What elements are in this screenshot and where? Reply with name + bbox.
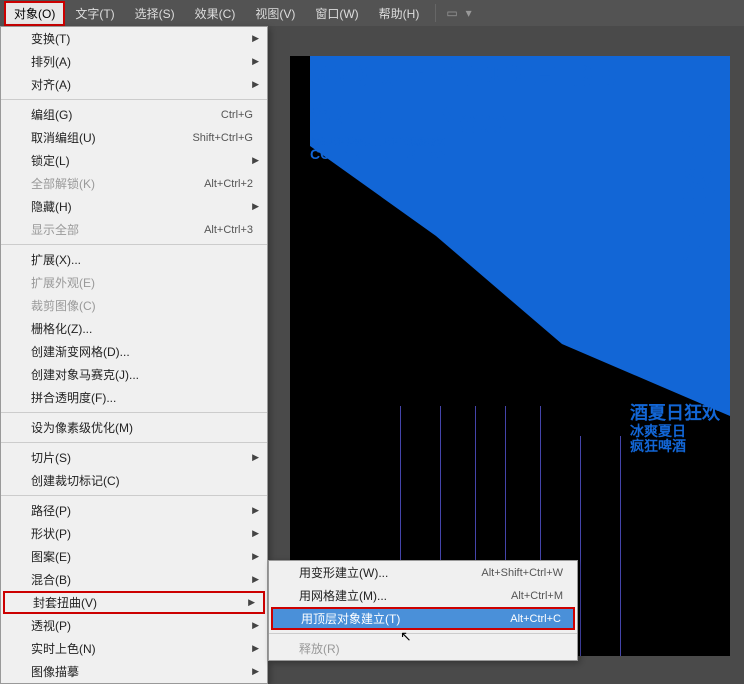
menu-select[interactable]: 选择(S): [125, 1, 185, 26]
menu-rasterize[interactable]: 栅格化(Z)...: [1, 317, 267, 340]
chevron-right-icon: ▶: [252, 505, 259, 516]
menu-expand-appearance: 扩展外观(E): [1, 271, 267, 294]
chevron-right-icon: ▶: [252, 33, 259, 44]
menu-ungroup[interactable]: 取消编组(U)Shift+Ctrl+G: [1, 126, 267, 149]
menu-crop-image: 裁剪图像(C): [1, 294, 267, 317]
menu-arrange[interactable]: 排列(A)▶: [1, 50, 267, 73]
envelope-submenu: 用变形建立(W)...Alt+Shift+Ctrl+W 用网格建立(M)...A…: [268, 560, 578, 661]
menu-hide[interactable]: 隐藏(H)▶: [1, 195, 267, 218]
menu-slice[interactable]: 切片(S)▶: [1, 446, 267, 469]
menu-object[interactable]: 对象(O): [4, 1, 65, 26]
menu-group[interactable]: 编组(G)Ctrl+G: [1, 103, 267, 126]
menu-pixel-perfect[interactable]: 设为像素级优化(M): [1, 416, 267, 439]
menu-align[interactable]: 对齐(A)▶: [1, 73, 267, 96]
menu-effect[interactable]: 效果(C): [185, 1, 246, 26]
menu-blend[interactable]: 混合(B)▶: [1, 568, 267, 591]
menu-image-trace[interactable]: 图像描摹▶: [1, 660, 267, 683]
menu-type[interactable]: 文字(T): [65, 1, 124, 26]
chevron-right-icon: ▶: [252, 666, 259, 677]
chevron-right-icon: ▶: [252, 79, 259, 90]
menu-flatten-transparency[interactable]: 拼合透明度(F)...: [1, 386, 267, 409]
menu-envelope-distort[interactable]: 封套扭曲(V)▶: [3, 591, 265, 614]
menu-show-all: 显示全部Alt+Ctrl+3: [1, 218, 267, 241]
envelope-shape: [310, 56, 730, 416]
lower-text-block: 酒夏日狂欢 冰爽夏日 疯狂啤酒: [630, 404, 744, 455]
separator: [1, 99, 267, 100]
menu-transform[interactable]: 变换(T)▶: [1, 27, 267, 50]
menu-help[interactable]: 帮助(H): [369, 1, 430, 26]
chevron-right-icon: ▶: [248, 597, 255, 608]
menu-shape[interactable]: 形状(P)▶: [1, 522, 267, 545]
menu-pattern[interactable]: 图案(E)▶: [1, 545, 267, 568]
menubar: 对象(O) 文字(T) 选择(S) 效果(C) 视图(V) 窗口(W) 帮助(H…: [0, 0, 744, 26]
menu-path[interactable]: 路径(P)▶: [1, 499, 267, 522]
submenu-make-with-warp[interactable]: 用变形建立(W)...Alt+Shift+Ctrl+W: [269, 561, 577, 584]
chevron-right-icon: ▶: [252, 56, 259, 67]
menu-window[interactable]: 窗口(W): [305, 1, 368, 26]
chevron-down-icon[interactable]: ▾: [462, 6, 476, 20]
separator: [1, 495, 267, 496]
submenu-release: 释放(R): [269, 637, 577, 660]
chevron-right-icon: ▶: [252, 155, 259, 166]
chevron-right-icon: ▶: [252, 201, 259, 212]
chevron-right-icon: ▶: [252, 620, 259, 631]
menu-perspective[interactable]: 透视(P)▶: [1, 614, 267, 637]
vtext: 冰爽啤酒节: [671, 126, 720, 296]
cursor-icon: ↖: [400, 628, 412, 645]
separator: [1, 244, 267, 245]
menu-live-paint[interactable]: 实时上色(N)▶: [1, 637, 267, 660]
chevron-right-icon: ▶: [252, 551, 259, 562]
separator: [1, 442, 267, 443]
chevron-right-icon: ▶: [252, 452, 259, 463]
separator: [269, 633, 577, 634]
menu-trim-marks[interactable]: 创建裁切标记(C): [1, 469, 267, 492]
chevron-right-icon: ▶: [252, 528, 259, 539]
chevron-right-icon: ▶: [252, 643, 259, 654]
menu-lock[interactable]: 锁定(L)▶: [1, 149, 267, 172]
menu-expand[interactable]: 扩展(X)...: [1, 248, 267, 271]
menu-unlock-all: 全部解锁(K)Alt+Ctrl+2: [1, 172, 267, 195]
object-menu-dropdown: 变换(T)▶ 排列(A)▶ 对齐(A)▶ 编组(G)Ctrl+G 取消编组(U)…: [0, 26, 268, 684]
menu-view[interactable]: 视图(V): [245, 1, 305, 26]
chevron-right-icon: ▶: [252, 574, 259, 585]
separator: [1, 412, 267, 413]
doc-setup-icon[interactable]: ▭: [442, 6, 461, 20]
menu-mosaic[interactable]: 创建对象马赛克(J)...: [1, 363, 267, 386]
submenu-make-with-top-object[interactable]: 用顶层对象建立(T)Alt+Ctrl+C: [271, 607, 575, 630]
menu-divider: [435, 4, 436, 22]
menu-gradient-mesh[interactable]: 创建渐变网格(D)...: [1, 340, 267, 363]
submenu-make-with-mesh[interactable]: 用网格建立(M)...Alt+Ctrl+M: [269, 584, 577, 607]
